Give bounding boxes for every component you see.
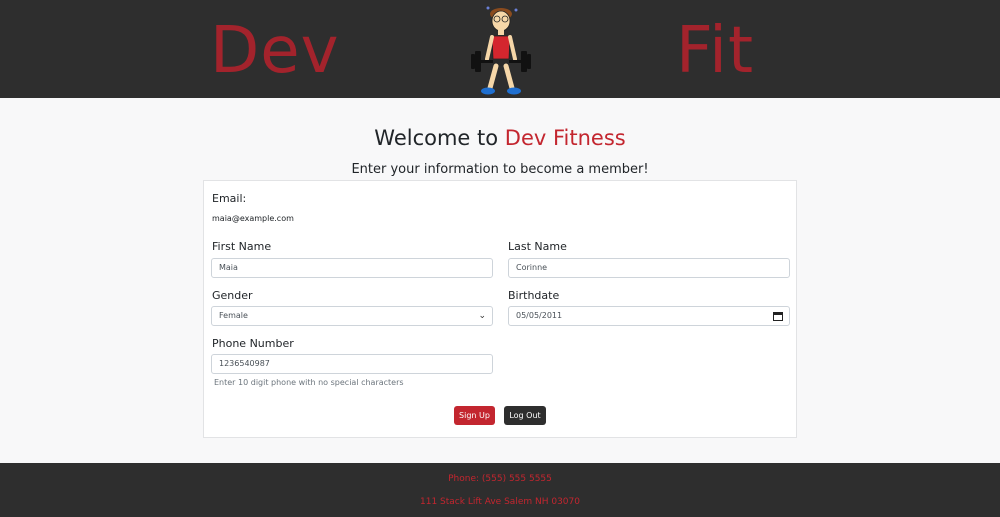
weightlifter-cartoon-icon (471, 6, 531, 95)
log-out-button[interactable]: Log Out (504, 406, 546, 425)
page-title: Welcome to Dev Fitness (0, 124, 1000, 152)
first-name-label: First Name (212, 240, 272, 253)
last-name-value: Corinne (516, 263, 548, 272)
email-value: maia@example.com (212, 214, 294, 223)
site-header: Dev Fit (0, 0, 1000, 98)
page-title-prefix: Welcome to (374, 126, 505, 150)
brand-dev: Dev (210, 14, 340, 88)
email-label: Email: (212, 192, 247, 205)
phone-value: 1236540987 (219, 359, 270, 368)
phone-label: Phone Number (212, 337, 294, 350)
gender-label: Gender (212, 289, 253, 302)
site-footer: Phone: (555) 555 5555 111 Stack Lift Ave… (0, 463, 1000, 517)
page-subtitle: Enter your information to become a membe… (351, 162, 649, 177)
sign-up-button[interactable]: Sign Up (454, 406, 495, 425)
last-name-label: Last Name (508, 240, 567, 253)
gender-value: Female (219, 311, 248, 320)
birthdate-field[interactable]: 05/05/2011 (508, 306, 790, 326)
chevron-down-icon: ⌄ (478, 311, 486, 321)
first-name-field[interactable]: Maia (211, 258, 493, 278)
first-name-value: Maia (219, 263, 238, 272)
birthdate-value: 05/05/2011 (516, 311, 563, 320)
phone-field[interactable]: 1236540987 (211, 354, 493, 374)
brand-fit: Fit (676, 14, 755, 88)
phone-help-text: Enter 10 digit phone with no special cha… (214, 378, 404, 387)
birthdate-label: Birthdate (508, 289, 560, 302)
page-title-accent: Dev Fitness (504, 126, 626, 150)
member-form-card: Email: maia@example.com First Name Maia … (203, 180, 797, 438)
last-name-field[interactable]: Corinne (508, 258, 790, 278)
footer-phone: Phone: (555) 555 5555 (448, 474, 552, 484)
calendar-icon[interactable] (773, 311, 783, 321)
gender-select[interactable]: Female ⌄ (211, 306, 493, 326)
footer-address: 111 Stack Lift Ave Salem NH 03070 (420, 497, 580, 507)
